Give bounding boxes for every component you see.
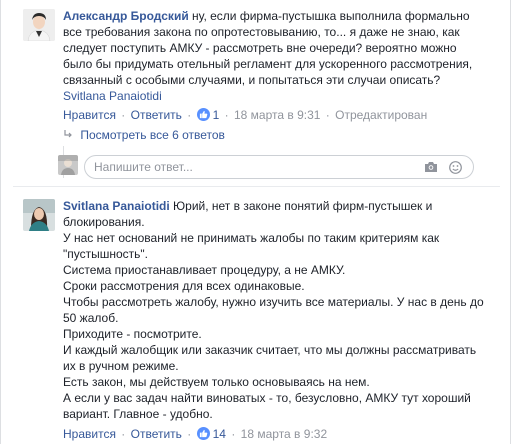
reply-link[interactable]: Ответить bbox=[131, 427, 182, 441]
like-link[interactable]: Нравится bbox=[63, 108, 116, 122]
comment-text-line: И каждый жалобщик или заказчик считает, … bbox=[63, 343, 477, 357]
likes-count[interactable]: 14 bbox=[213, 427, 226, 441]
comment-text-line: У нас нет оснований не принимать жалобы … bbox=[63, 231, 440, 245]
likes-count[interactable]: 1 bbox=[213, 108, 220, 122]
avatar-panaiotidi[interactable] bbox=[23, 199, 55, 231]
like-badge-icon[interactable] bbox=[196, 108, 210, 121]
reply-arrow-icon bbox=[63, 128, 76, 142]
comment-text-line: связанный с особыми случаями, и попытать… bbox=[63, 73, 441, 87]
comment-text-line: Сроки рассмотрения для всех одинаковые. bbox=[63, 279, 305, 293]
comment-text-line: блокирования. bbox=[63, 215, 145, 229]
comment-text-line: их в ручном режиме. bbox=[63, 359, 179, 373]
comment-actions: Нравится · Ответить · 1 · 18 марта в 9:3… bbox=[63, 108, 428, 122]
author-name-brodsky[interactable]: Александр Бродский bbox=[63, 9, 189, 23]
comment-timestamp[interactable]: 18 марта в 9:32 bbox=[241, 427, 327, 441]
comment-text-line: следует поступить АМКУ - рассмотреть вне… bbox=[63, 41, 457, 55]
comment-text-line: А если у вас задач найти виноватых - то,… bbox=[63, 391, 471, 405]
comment-text-line: "пустышность". bbox=[63, 247, 149, 261]
emoji-icon[interactable] bbox=[449, 161, 462, 177]
comment-actions: Нравится · Ответить · 14 · 18 марта в 9:… bbox=[63, 427, 328, 441]
camera-icon[interactable] bbox=[424, 161, 438, 176]
comment-text-line: ну, если фирма-пустышка выполнила формал… bbox=[188, 9, 470, 23]
comment-text-line: 50 жалоб. bbox=[63, 311, 119, 325]
comment-body: Svitlana Panaiotidi Юрий, нет в законе п… bbox=[63, 198, 503, 422]
comments-divider bbox=[13, 186, 500, 187]
view-replies-row[interactable]: Посмотреть все 6 ответов bbox=[63, 127, 225, 143]
like-badge-icon[interactable] bbox=[196, 427, 210, 440]
author-name-panaiotidi[interactable]: Svitlana Panaiotidi bbox=[63, 199, 170, 213]
mention-link[interactable]: Svitlana Panaiotidi bbox=[63, 88, 162, 104]
comment-text-line: Чтобы рассмотреть жалобу, нужно изучить … bbox=[63, 295, 484, 309]
comment-text-line: вариант. Главное - удобно. bbox=[63, 407, 213, 421]
reply-input[interactable] bbox=[94, 159, 414, 175]
comment-text-line: Приходите - посмотрите. bbox=[63, 327, 202, 341]
reply-link[interactable]: Ответить bbox=[131, 108, 182, 122]
like-link[interactable]: Нравится bbox=[63, 427, 116, 441]
avatar-current-user bbox=[58, 155, 78, 175]
avatar-brodsky[interactable] bbox=[23, 9, 55, 41]
comment-body: Александр Бродский ну, если фирма-пустыш… bbox=[63, 8, 493, 104]
view-replies-link[interactable]: Посмотреть все 6 ответов bbox=[80, 128, 225, 142]
comment-text-line: Есть закон, мы действуем только основыва… bbox=[63, 375, 370, 389]
reply-input-box bbox=[84, 155, 474, 179]
comment-text-line: было бы придумать отельный регламент для… bbox=[63, 57, 473, 71]
edited-label[interactable]: Отредактирован bbox=[335, 108, 427, 122]
comment-text-line: Система приостанавливает процедуру, а не… bbox=[63, 263, 346, 277]
comment-timestamp[interactable]: 18 марта в 9:31 bbox=[234, 108, 320, 122]
comment-text-line: Юрий, нет в законе понятий фирм-пустышек… bbox=[169, 199, 433, 213]
comments-panel: Александр Бродский ну, если фирма-пустыш… bbox=[0, 0, 511, 444]
comment-text-line: все требования закона по опротестовывани… bbox=[63, 25, 460, 39]
